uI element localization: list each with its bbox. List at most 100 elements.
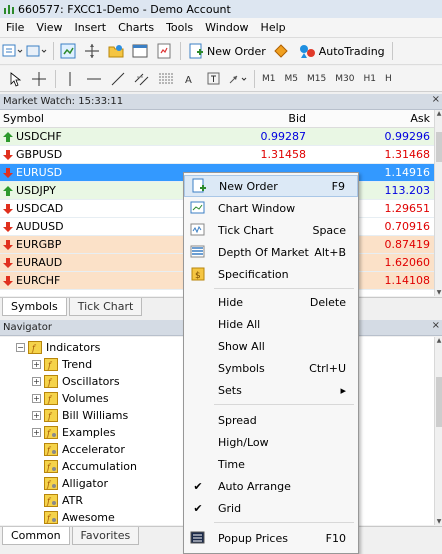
- menu-item-new-order[interactable]: New Order F9: [184, 175, 358, 197]
- tree-node-examples[interactable]: + f Examples: [32, 424, 115, 440]
- data-window-button[interactable]: [81, 40, 103, 62]
- navigator-button[interactable]: [105, 40, 127, 62]
- menu-item-grid[interactable]: ✔ Grid: [184, 497, 358, 519]
- tree-node-trend[interactable]: + f Trend: [32, 356, 92, 372]
- close-icon[interactable]: ×: [432, 320, 440, 331]
- timeframe-h1-button[interactable]: H1: [359, 72, 380, 86]
- expand-icon[interactable]: +: [32, 427, 41, 437]
- meta-editor-button[interactable]: [270, 40, 292, 62]
- column-header-symbol[interactable]: Symbol: [0, 112, 170, 125]
- tree-node-accelerator[interactable]: f Accelerator: [44, 441, 125, 457]
- folder-icon: f: [44, 391, 58, 405]
- tree-node-label: Volumes: [62, 391, 109, 405]
- indicator-icon: f: [44, 442, 58, 456]
- menu-item-show-all[interactable]: Show All: [184, 335, 358, 357]
- scroll-down-icon[interactable]: ▼: [435, 518, 442, 525]
- timeframe-m30-button[interactable]: M30: [331, 72, 358, 86]
- vertical-line-button[interactable]: [59, 68, 81, 90]
- menu-item-high-low[interactable]: High/Low: [184, 431, 358, 453]
- text-button[interactable]: A: [179, 68, 201, 90]
- menu-item-popup-prices[interactable]: Popup Prices F10: [184, 527, 358, 549]
- tree-node-oscillators[interactable]: + f Oscillators: [32, 373, 120, 389]
- tree-node-indicators[interactable]: − f Indicators: [16, 339, 100, 355]
- tree-node-accumulation[interactable]: f Accumulation: [44, 458, 137, 474]
- strategy-tester-button[interactable]: [153, 40, 175, 62]
- menu-window[interactable]: Window: [201, 21, 256, 34]
- channel-button[interactable]: [131, 68, 153, 90]
- fibonacci-button[interactable]: [155, 68, 177, 90]
- menu-item-spread[interactable]: Spread: [184, 409, 358, 431]
- toolbar-separator: [180, 42, 181, 60]
- menu-separator: [214, 404, 354, 405]
- menu-view[interactable]: View: [32, 21, 70, 34]
- close-icon[interactable]: ×: [432, 94, 440, 105]
- menu-item-hide-all[interactable]: Hide All: [184, 313, 358, 335]
- toolbar-separator: [254, 69, 255, 88]
- menu-item-depth-of-market[interactable]: Depth Of Market Alt+B: [184, 241, 358, 263]
- tab-symbols[interactable]: Symbols: [2, 298, 67, 316]
- trendline-icon: [111, 72, 125, 85]
- tree-node-alligator[interactable]: f Alligator: [44, 475, 108, 491]
- auto-trading-button[interactable]: AutoTrading: [294, 40, 389, 62]
- tab-tick-chart[interactable]: Tick Chart: [68, 298, 143, 316]
- indicator-icon: f: [44, 510, 58, 524]
- tree-node-bill-williams[interactable]: + f Bill Williams: [32, 407, 128, 423]
- market-watch-button[interactable]: [57, 40, 79, 62]
- timeframe-h4-button[interactable]: H: [381, 72, 396, 86]
- symbol-name: USDJPY: [16, 184, 56, 197]
- menu-item-chart-window[interactable]: Chart Window: [184, 197, 358, 219]
- scroll-up-icon[interactable]: ▲: [435, 337, 442, 344]
- menu-item-sets[interactable]: Sets ▸: [184, 379, 358, 401]
- menu-file[interactable]: File: [2, 21, 32, 34]
- profiles-button[interactable]: [26, 40, 48, 62]
- menu-help[interactable]: Help: [257, 21, 294, 34]
- menu-tools[interactable]: Tools: [162, 21, 201, 34]
- menu-insert[interactable]: Insert: [71, 21, 115, 34]
- tab-favorites[interactable]: Favorites: [71, 527, 140, 545]
- horizontal-line-button[interactable]: [83, 68, 105, 90]
- navigator-title: Navigator: [3, 322, 52, 333]
- text-label-button[interactable]: [203, 68, 225, 90]
- tree-node-volumes[interactable]: + f Volumes: [32, 390, 109, 406]
- menu-item-symbols[interactable]: Symbols Ctrl+U: [184, 357, 358, 379]
- arrow-down-icon: [3, 203, 13, 214]
- menu-charts[interactable]: Charts: [114, 21, 162, 34]
- arrows-button[interactable]: [227, 68, 249, 90]
- collapse-icon[interactable]: −: [16, 342, 25, 352]
- timeframe-m1-button[interactable]: M1: [258, 72, 280, 86]
- menu-item-specification[interactable]: $ Specification: [184, 263, 358, 285]
- market-watch-scrollbar[interactable]: ▲ ▼: [434, 110, 442, 296]
- tree-node-label: Examples: [62, 425, 116, 439]
- scroll-down-icon[interactable]: ▼: [435, 289, 442, 296]
- column-header-ask[interactable]: Ask: [310, 112, 434, 125]
- column-header-bid[interactable]: Bid: [170, 112, 310, 125]
- timeframe-m5-button[interactable]: M5: [281, 72, 303, 86]
- crosshair-button[interactable]: [28, 68, 50, 90]
- symbol-name: USDCAD: [16, 202, 64, 215]
- tree-node-atr[interactable]: f ATR: [44, 492, 83, 508]
- new-chart-button[interactable]: [2, 40, 24, 62]
- menu-item-auto-arrange[interactable]: ✔ Auto Arrange: [184, 475, 358, 497]
- tree-node-label: Trend: [62, 357, 93, 371]
- expand-icon[interactable]: +: [32, 393, 41, 403]
- scrollbar-thumb[interactable]: [436, 132, 442, 162]
- scroll-up-icon[interactable]: ▲: [435, 110, 442, 117]
- cursor-button[interactable]: [4, 68, 26, 90]
- table-row[interactable]: GBPUSD 1.31458 1.31468: [0, 146, 434, 164]
- tab-common[interactable]: Common: [2, 527, 70, 545]
- trendline-button[interactable]: [107, 68, 129, 90]
- menu-item-hide[interactable]: Hide Delete: [184, 291, 358, 313]
- navigator-scrollbar[interactable]: ▲ ▼: [434, 337, 442, 525]
- new-order-icon: [191, 178, 207, 194]
- expand-icon[interactable]: +: [32, 410, 41, 420]
- table-row[interactable]: USDCHF 0.99287 0.99296: [0, 128, 434, 146]
- expand-icon[interactable]: +: [32, 359, 41, 369]
- tree-node-awesome[interactable]: f Awesome: [44, 509, 115, 525]
- expand-icon[interactable]: +: [32, 376, 41, 386]
- scrollbar-thumb[interactable]: [436, 377, 442, 427]
- timeframe-m15-button[interactable]: M15: [303, 72, 330, 86]
- terminal-button[interactable]: [129, 40, 151, 62]
- menu-item-tick-chart[interactable]: Tick Chart Space: [184, 219, 358, 241]
- menu-item-time[interactable]: Time: [184, 453, 358, 475]
- new-order-button[interactable]: New Order: [184, 40, 270, 62]
